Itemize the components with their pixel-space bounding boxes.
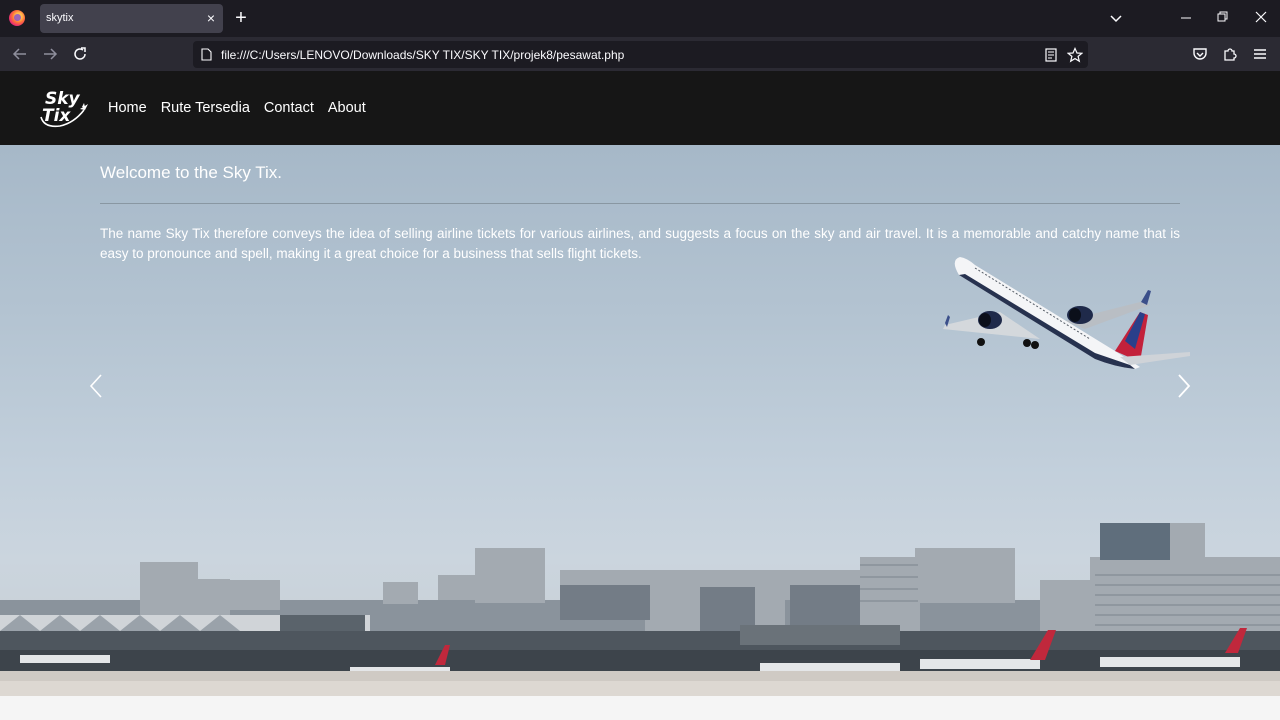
reader-view-icon[interactable]	[1043, 47, 1059, 63]
tab-list-chevron-icon[interactable]	[1107, 9, 1125, 27]
browser-tab-strip: skytix × +	[0, 0, 1280, 37]
page-bottom-area	[0, 696, 1280, 720]
hero-title: Welcome to the Sky Tix.	[100, 163, 283, 182]
forward-arrow-icon[interactable]	[41, 45, 59, 63]
nav-about[interactable]: About	[328, 100, 366, 116]
nav-home[interactable]: Home	[108, 100, 147, 116]
hero-description: The name Sky Tix therefore conveys the i…	[100, 226, 1180, 261]
page-content: Sky Tix Home Rute Tersedia Contact About	[0, 71, 1280, 720]
tab-close-icon[interactable]: ×	[207, 10, 215, 26]
firefox-icon[interactable]	[9, 10, 25, 26]
tab-title: skytix	[46, 12, 74, 24]
chevron-left-icon[interactable]	[86, 371, 106, 401]
pocket-icon[interactable]	[1191, 45, 1209, 63]
close-icon[interactable]	[1253, 9, 1269, 25]
reload-icon[interactable]	[71, 45, 89, 63]
main-nav: Home Rute Tersedia Contact About	[108, 100, 366, 116]
nav-rute-tersedia[interactable]: Rute Tersedia	[161, 100, 250, 116]
site-header: Sky Tix Home Rute Tersedia Contact About	[0, 71, 1280, 145]
new-tab-button[interactable]: +	[232, 8, 250, 28]
skytix-logo[interactable]: Sky Tix	[38, 85, 90, 131]
back-arrow-icon[interactable]	[11, 45, 29, 63]
extensions-icon[interactable]	[1221, 45, 1239, 63]
url-text[interactable]: file:///C:/Users/LENOVO/Downloads/SKY TI…	[221, 48, 624, 62]
restore-icon[interactable]	[1216, 9, 1230, 25]
nav-contact[interactable]: Contact	[264, 100, 314, 116]
tab-skytix[interactable]: skytix ×	[40, 4, 223, 33]
browser-toolbar: file:///C:/Users/LENOVO/Downloads/SKY TI…	[0, 37, 1280, 71]
hero-carousel: Welcome to the Sky Tix. The name Sky Tix…	[0, 145, 1280, 696]
page-icon	[201, 48, 212, 61]
address-bar[interactable]: file:///C:/Users/LENOVO/Downloads/SKY TI…	[193, 41, 1088, 68]
bookmark-star-icon[interactable]	[1067, 47, 1083, 63]
menu-icon[interactable]	[1251, 45, 1269, 63]
hero-divider	[100, 203, 1180, 204]
minimize-icon[interactable]	[1178, 8, 1194, 26]
chevron-right-icon[interactable]	[1174, 371, 1194, 401]
